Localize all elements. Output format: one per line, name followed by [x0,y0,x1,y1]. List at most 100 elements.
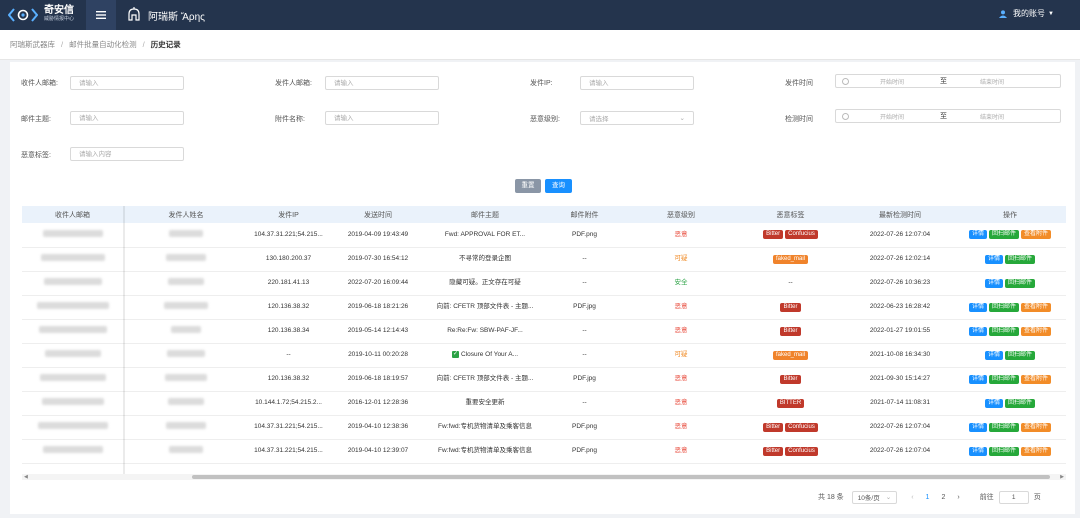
detail-button[interactable]: 详情 [968,374,987,384]
view-attachment-button[interactable]: 查看附件 [1021,446,1052,456]
tag-badge: Confucius [785,422,818,432]
cell-detect-time: 2022-07-26 12:07:04 [846,439,954,464]
detail-button[interactable]: 详情 [984,254,1003,264]
detail-button[interactable]: 详情 [968,446,987,456]
rescan-mail-button[interactable]: 回扫邮件 [988,446,1019,456]
detail-button[interactable]: 详情 [968,230,987,240]
cell-actions: 详情 回扫邮件 查看附件 [954,415,1066,440]
table-row[interactable]: 104.37.31.221;54.215... 2019-04-10 12:39:… [22,439,1066,464]
table-row[interactable]: 120.136.38.32 2019-06-18 18:19:57 向前: CFET… [22,367,1066,392]
clock-icon [842,112,849,120]
column-header: 发件人姓名 [123,206,249,223]
cell-tags: faked_mail [735,247,846,272]
view-attachment-button[interactable]: 查看附件 [1021,326,1052,336]
column-header: 邮件主题 [428,206,542,223]
cell-detect-time: 2022-01-27 19:01:55 [846,319,954,344]
page-number-1[interactable]: 1 [926,494,930,501]
rescan-mail-button[interactable]: 回扫邮件 [1005,278,1036,288]
rescan-mail-button[interactable]: 回扫邮件 [1005,350,1036,360]
redacted-recipient [41,398,104,405]
rescan-mail-button[interactable]: 回扫邮件 [988,374,1019,384]
table-row[interactable]: 104.37.31.221;54.215... 2019-04-10 12:38:… [22,415,1066,440]
view-attachment-button[interactable]: 查看附件 [1021,302,1052,312]
attachment-input[interactable] [325,111,439,125]
rescan-mail-button[interactable]: 回扫邮件 [988,230,1019,240]
breadcrumb-separator: / [61,40,64,49]
cell-detect-time: 2022-07-26 12:07:04 [846,223,954,248]
scroll-left-icon[interactable]: ◀ [24,474,28,480]
detail-button[interactable]: 详情 [968,302,987,312]
breadcrumb-item-batch-detect[interactable]: 邮件批量自动化检测 [69,39,137,50]
detail-button[interactable]: 详情 [968,422,987,432]
detail-button[interactable]: 详情 [984,278,1003,288]
cell-tags: BITTER [735,391,846,416]
breadcrumb-item-arsenal[interactable]: 阿瑞斯武器库 [10,39,55,50]
detect-time-end[interactable]: 结束时间 [980,112,1004,121]
next-page-icon[interactable]: › [957,494,959,501]
redacted-sender [169,229,203,237]
recipient-input[interactable] [70,76,184,90]
goto-page-unit: 页 [1033,494,1041,501]
rescan-mail-button[interactable]: 回扫邮件 [1005,254,1036,264]
cell-send-time: 2019-04-09 19:43:49 [328,223,428,248]
detect-time-range[interactable]: 开始时间 至 结束时间 [835,109,1061,123]
view-attachment-button[interactable]: 查看附件 [1021,374,1052,384]
prev-page-icon[interactable]: ‹ [911,494,913,501]
column-header: 最新检测时间 [846,206,954,223]
cell-detect-time: 2022-07-26 12:02:14 [846,247,954,272]
query-button[interactable]: 查询 [545,179,572,193]
scrollbar-thumb[interactable] [192,475,1050,479]
cell-subject: 向前: CFETR 顶部文件表 - 主题... [428,295,542,320]
cell-level: 恶意 [627,439,735,464]
detail-button[interactable]: 详情 [968,326,987,336]
cell-tags: Bitter Confucius [735,223,846,248]
detail-button[interactable]: 详情 [984,398,1003,408]
ip-input[interactable] [580,76,694,90]
sender-label: 发件人邮箱: [275,80,312,87]
tag-badge: Bitter [763,230,784,240]
rescan-mail-button[interactable]: 回扫邮件 [988,422,1019,432]
view-attachment-button[interactable]: 查看附件 [1021,422,1052,432]
column-header: 发送时间 [328,206,428,223]
cell-actions: 详情 回扫邮件 查看附件 [954,319,1066,344]
page-size-select[interactable]: 10条/页 ⌄ [851,490,898,504]
sender-input[interactable] [325,76,439,90]
brand-logo[interactable]: 奇安信 威胁情报中心 [8,5,74,25]
table-row[interactable]: 104.37.31.221;54.215... 2019-04-09 19:43:… [22,223,1066,248]
goto-page-input[interactable]: 1 [998,490,1029,504]
page-number-2[interactable]: 2 [941,494,945,501]
view-attachment-button[interactable]: 查看附件 [1021,230,1052,240]
level-select[interactable]: 请选择 ⌄ [580,111,694,125]
rescan-mail-button[interactable]: 回扫邮件 [988,326,1019,336]
scroll-right-icon[interactable]: ▶ [1060,474,1064,480]
rescan-mail-button[interactable]: 回扫邮件 [1005,398,1036,408]
table-row[interactable]: 120.136.38.34 2019-05-14 12:14:43 Re:Re:Fw… [22,319,1066,344]
account-menu[interactable]: 我的账号 ▼ [999,8,1054,19]
rescan-mail-button[interactable]: 回扫邮件 [988,302,1019,312]
detect-time-label: 检测时间 [785,116,813,123]
cell-sender-name [123,391,249,416]
detect-time-start[interactable]: 开始时间 [880,112,904,121]
cell-actions: 详情 回扫邮件 [954,391,1066,416]
cell-actions: 详情 回扫邮件 [954,247,1066,272]
reset-button[interactable]: 重置 [515,179,541,193]
menu-toggle-button[interactable] [86,0,116,30]
table-row[interactable]: 220.181.41.13 2022-07-20 16:09:44 隐藏可疑。正文存… [22,271,1066,296]
cell-detect-time: 2022-06-23 16:28:42 [846,295,954,320]
send-time-start[interactable]: 开始时间 [880,77,904,86]
table-row[interactable]: -- 2019-10-11 00:20:28 ✓ Closure Of Your A.… [22,343,1066,368]
table-row[interactable]: 120.136.38.32 2019-06-18 18:21:26 向前: CFET… [22,295,1066,320]
recipient-label: 收件人邮箱: [21,80,58,87]
product-name: 阿瑞斯 Ἄρης [148,11,205,23]
send-time-range[interactable]: 开始时间 至 结束时间 [835,74,1061,88]
send-time-end[interactable]: 结束时间 [980,77,1004,86]
table-header-row: 收件人邮箱 发件人姓名 发件IP 发送时间 邮件主题 邮件附件 恶意级别 恶意标签 最新检测时间… [22,206,1066,223]
table-row[interactable]: 130.180.200.37 2019-07-30 16:54:12 不寻常的登录企… [22,247,1066,272]
horizontal-scrollbar[interactable]: ◀ ▶ [22,474,1066,480]
table-row[interactable]: 10.144.1.72;54.215.2... 2016-12-01 12:28:… [22,391,1066,416]
subject-input[interactable] [70,111,184,125]
detail-button[interactable]: 详情 [984,350,1003,360]
tag-input[interactable] [70,147,184,161]
cell-recipient [22,319,123,344]
cell-detect-time: 2022-07-26 12:07:04 [846,415,954,440]
